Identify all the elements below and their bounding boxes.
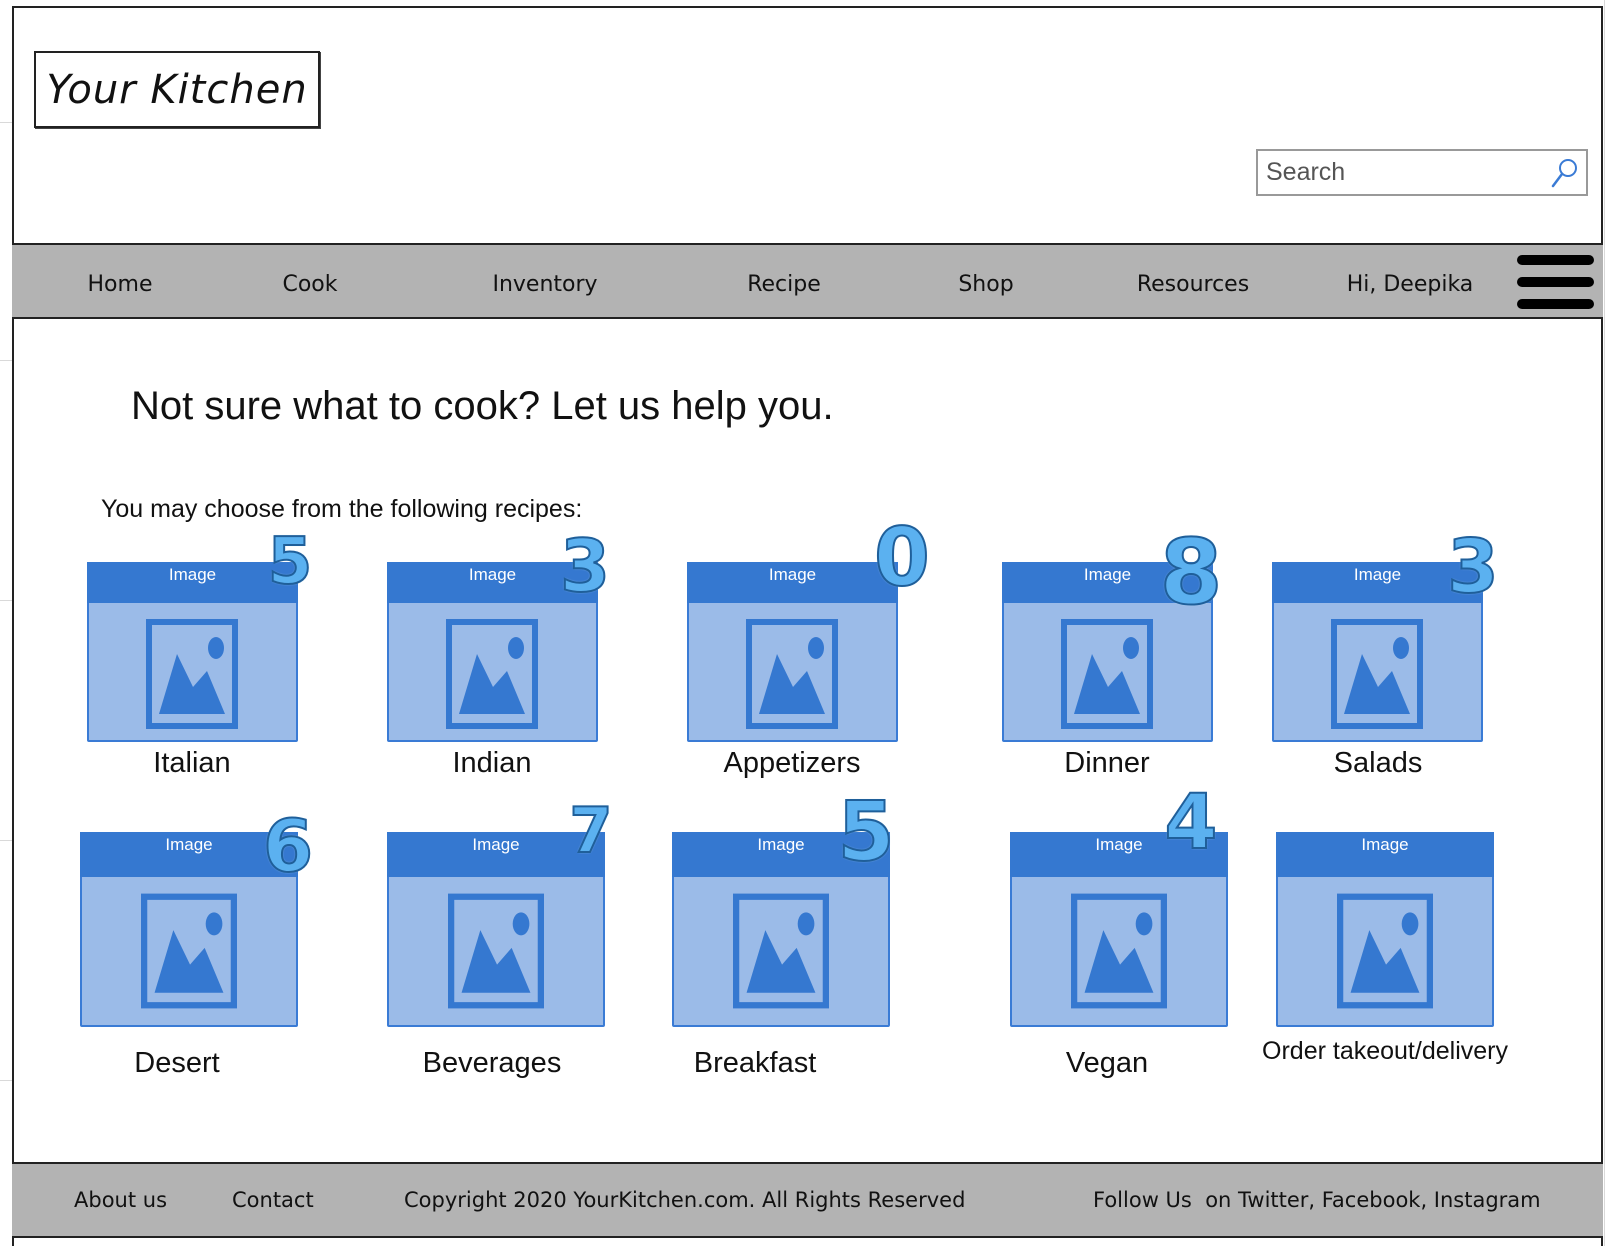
nav-resources[interactable]: Resources <box>1137 245 1249 317</box>
image-placeholder-icon <box>733 893 829 1009</box>
image-placeholder-icon <box>1071 893 1167 1009</box>
category-card-order-takeout[interactable]: Image <box>1276 832 1494 1027</box>
category-card-appetizers[interactable]: Image <box>687 562 898 742</box>
card-label-italian[interactable]: Italian <box>153 747 230 780</box>
image-caption: Image <box>87 562 298 603</box>
hamburger-menu-icon[interactable] <box>1517 253 1594 309</box>
footer-about-link[interactable]: About us <box>74 1164 167 1236</box>
footer-contact-link[interactable]: Contact <box>232 1164 314 1236</box>
image-placeholder-icon <box>146 619 238 729</box>
image-placeholder-icon <box>1331 619 1423 729</box>
category-card-italian[interactable]: Image <box>87 562 298 742</box>
image-placeholder-icon <box>448 893 544 1009</box>
image-placeholder-icon <box>1337 893 1433 1009</box>
grid-line <box>0 600 12 601</box>
card-label-salads[interactable]: Salads <box>1334 747 1423 780</box>
count-badge: 8 <box>1159 520 1224 625</box>
card-label-dinner[interactable]: Dinner <box>1064 747 1149 780</box>
logo[interactable]: Your Kitchen <box>34 51 320 128</box>
main-nav: Home Cook Inventory Recipe Shop Resource… <box>12 243 1603 319</box>
nav-user-greeting[interactable]: Hi, Deepika <box>1347 245 1474 317</box>
page-headline: Not sure what to cook? Let us help you. <box>131 384 834 428</box>
nav-cook[interactable]: Cook <box>282 245 337 317</box>
card-label-indian[interactable]: Indian <box>452 747 531 780</box>
search-input[interactable] <box>1258 151 1546 194</box>
grid-line <box>0 840 12 841</box>
image-placeholder-icon <box>446 619 538 729</box>
card-label-desert[interactable]: Desert <box>134 1047 219 1080</box>
count-badge: 5 <box>836 785 895 880</box>
grid-line <box>0 122 12 123</box>
card-label-beverages[interactable]: Beverages <box>423 1047 562 1080</box>
footer-copyright: Copyright 2020 YourKitchen.com. All Righ… <box>404 1188 966 1212</box>
nav-inventory[interactable]: Inventory <box>492 245 597 317</box>
count-badge: 7 <box>568 794 613 867</box>
card-label-breakfast[interactable]: Breakfast <box>694 1047 817 1080</box>
image-caption: Image <box>1276 832 1494 877</box>
count-badge: 0 <box>873 511 931 604</box>
logo-text: Your Kitchen <box>46 66 308 113</box>
image-caption: Image <box>687 562 898 603</box>
count-badge: 3 <box>1446 524 1499 610</box>
search-box[interactable] <box>1256 149 1588 196</box>
count-badge: 5 <box>267 525 314 599</box>
count-badge: 3 <box>559 524 611 608</box>
recipes-intro: You may choose from the following recipe… <box>101 495 583 523</box>
footer-social-links[interactable]: Follow Us on Twitter, Facebook, Instagra… <box>1093 1164 1541 1236</box>
image-placeholder-icon <box>141 893 237 1009</box>
grid-line <box>0 1080 12 1081</box>
card-label-vegan[interactable]: Vegan <box>1066 1047 1148 1080</box>
image-placeholder-icon <box>1061 619 1153 729</box>
count-badge: 4 <box>1164 777 1219 866</box>
image-placeholder-icon <box>746 619 838 729</box>
nav-recipe[interactable]: Recipe <box>747 245 821 317</box>
search-icon[interactable] <box>1550 157 1580 189</box>
grid-line <box>0 360 12 361</box>
card-label-order-takeout[interactable]: Order takeout/delivery <box>1262 1037 1508 1066</box>
grid-line <box>1604 0 1605 1246</box>
footer: About us Contact Copyright 2020 YourKitc… <box>12 1162 1603 1238</box>
nav-shop[interactable]: Shop <box>958 245 1013 317</box>
nav-home[interactable]: Home <box>88 245 153 317</box>
card-label-appetizers[interactable]: Appetizers <box>723 747 860 780</box>
count-badge: 6 <box>262 804 314 888</box>
